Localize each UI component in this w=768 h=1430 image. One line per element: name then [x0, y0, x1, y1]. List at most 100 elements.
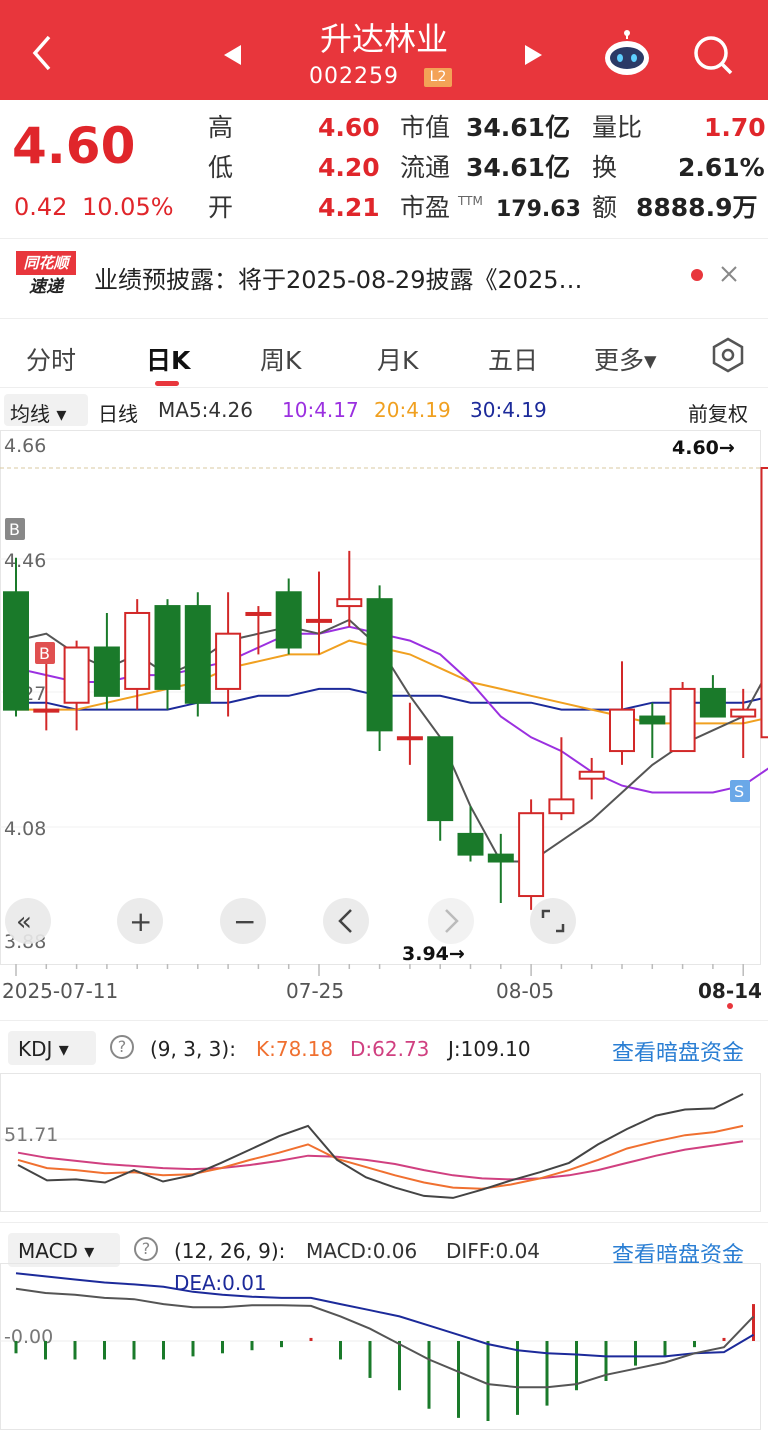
- kline-chart[interactable]: 4.66 4.46 4.27 4.08 3.88 4.60→ 3.94→ B B…: [0, 430, 768, 965]
- ma5-label: MA5:4.26: [158, 398, 253, 422]
- low-label: 低: [208, 153, 234, 182]
- kdj-panel: KDJ ▾ ? (9, 3, 3): K:78.18 D:62.73 J:109…: [0, 1020, 768, 1220]
- ma20-label: 20:4.19: [374, 398, 451, 422]
- app-header: 升达林业 002259 L2: [0, 0, 768, 100]
- next-stock-icon[interactable]: [518, 40, 548, 70]
- svg-text:−: −: [233, 905, 256, 938]
- robot-assistant-icon[interactable]: [600, 28, 654, 80]
- candle-18: [548, 737, 575, 821]
- pe-ttm-sup: TTM: [458, 194, 483, 208]
- unread-dot: [691, 269, 703, 281]
- kdj-chart: 51.71: [0, 1073, 761, 1212]
- kdj-d: D:62.73: [350, 1037, 430, 1061]
- macd-panel: MACD ▾ ? (12, 26, 9): MACD:0.06 DIFF:0.0…: [0, 1222, 768, 1430]
- ma30-label: 30:4.19: [470, 398, 547, 422]
- ma10-label: 10:4.17: [282, 398, 359, 422]
- high-label: 高: [208, 113, 234, 142]
- date-label-0: 2025-07-11: [2, 979, 118, 1003]
- adjust-label[interactable]: 前复权: [688, 398, 748, 427]
- y-label-0: 4.66: [4, 435, 46, 457]
- high-marker: 4.60→: [672, 437, 735, 459]
- candle-21: [639, 702, 666, 758]
- candle-14: [427, 736, 454, 841]
- level2-badge[interactable]: L2: [424, 68, 452, 87]
- mcap-value: 34.61亿: [466, 113, 571, 142]
- macd-diff-line: [15, 1287, 755, 1389]
- news-banner[interactable]: 同花顺 速递 业绩预披露：将于2025-08-29披露《2025…: [0, 238, 768, 310]
- date-label-2: 08-05: [496, 979, 554, 1003]
- candle-9: [275, 578, 302, 655]
- kdj-dropdown[interactable]: KDJ ▾: [18, 1037, 69, 1061]
- candle-15: [457, 806, 484, 862]
- svg-text:+: +: [129, 905, 152, 938]
- amount-value: 8888.9万: [636, 193, 758, 222]
- macd-params: (12, 26, 9):: [174, 1239, 286, 1263]
- kdj-params: (9, 3, 3):: [150, 1037, 236, 1061]
- buy-marker-1: B: [9, 520, 20, 539]
- volratio-label: 量比: [592, 113, 643, 142]
- scroll-right-button[interactable]: [428, 898, 474, 944]
- close-icon[interactable]: [714, 259, 744, 289]
- open-value: 4.21: [318, 193, 380, 222]
- candle-20: [609, 661, 635, 765]
- open-label: 开: [208, 193, 234, 222]
- active-tab-indicator: [155, 381, 179, 386]
- mcap-label: 市值: [400, 113, 451, 142]
- candle-10: [306, 571, 332, 655]
- date-axis: 2025-07-11 07-25 08-05 08-14: [2, 964, 762, 1009]
- macd-diff: DIFF:0.04: [446, 1239, 541, 1263]
- macd-dropdown[interactable]: MACD ▾: [18, 1239, 94, 1263]
- candle-23: [699, 675, 726, 718]
- sell-marker: S: [734, 782, 744, 801]
- zoom-out-button[interactable]: −: [220, 898, 266, 944]
- tab-more[interactable]: 更多▾: [594, 341, 657, 377]
- tab-five-day[interactable]: 五日: [488, 341, 538, 377]
- ths-express-badge: 同花顺 速递: [16, 251, 76, 301]
- kdj-dark-pool-link[interactable]: 查看暗盘资金: [612, 1035, 744, 1067]
- ma-legend: 均线 ▾ 日线 MA5:4.26 10:4.17 20:4.19 30:4.19…: [0, 392, 768, 428]
- macd-chart: -0.00: [0, 1263, 761, 1430]
- tab-intraday[interactable]: 分时: [26, 341, 76, 377]
- turnover-value: 2.61%: [678, 153, 765, 182]
- pe-label: 市盈: [400, 193, 451, 222]
- settings-hexagon-icon[interactable]: [708, 335, 748, 375]
- period-label: 日线: [98, 402, 138, 426]
- pe-value: 179.63: [496, 197, 581, 222]
- current-date-dot: [727, 1003, 733, 1009]
- zoom-in-button[interactable]: +: [117, 898, 163, 944]
- kdj-j: J:109.10: [448, 1037, 531, 1061]
- candle-2: [63, 640, 90, 731]
- news-text[interactable]: 业绩预披露：将于2025-08-29披露《2025…: [94, 260, 583, 295]
- tab-monthly-k[interactable]: 月K: [377, 341, 418, 377]
- date-label-1: 07-25: [286, 979, 344, 1003]
- tab-weekly-k[interactable]: 周K: [260, 341, 301, 377]
- kdj-k: K:78.18: [256, 1037, 334, 1061]
- scroll-left-button[interactable]: [323, 898, 369, 944]
- search-icon[interactable]: [688, 30, 738, 80]
- candle-11: [336, 550, 363, 627]
- fullscreen-button[interactable]: [530, 898, 576, 944]
- ma-dropdown[interactable]: 均线 ▾: [10, 398, 66, 427]
- tab-daily-k[interactable]: 日K: [146, 341, 190, 377]
- y-label-1: 4.46: [4, 550, 46, 572]
- candle-12: [366, 585, 393, 752]
- price-change: 0.42: [14, 193, 68, 221]
- candle-22: [669, 682, 696, 753]
- help-icon[interactable]: ?: [110, 1035, 134, 1059]
- turnover-label: 换: [592, 153, 618, 182]
- price-change-pct: 10.05%: [82, 193, 174, 221]
- macd-value: MACD:0.06: [306, 1239, 418, 1263]
- candle-7: [215, 592, 242, 717]
- high-value: 4.60: [318, 113, 380, 142]
- volratio-value: 1.70: [704, 113, 766, 142]
- y-label-3: 4.08: [4, 818, 46, 840]
- kdj-k-line: [17, 1124, 744, 1190]
- candle-19: [578, 757, 605, 800]
- candle-13: [396, 702, 423, 765]
- kdj-ref-label: 51.71: [4, 1124, 58, 1146]
- chart-period-tabs: 分时 日K 周K 月K 五日 更多▾: [0, 318, 768, 388]
- zoom-fast-back-button[interactable]: «: [5, 898, 51, 944]
- help-icon[interactable]: ?: [134, 1237, 158, 1261]
- candle-17: [518, 799, 545, 910]
- low-value: 4.20: [318, 153, 380, 182]
